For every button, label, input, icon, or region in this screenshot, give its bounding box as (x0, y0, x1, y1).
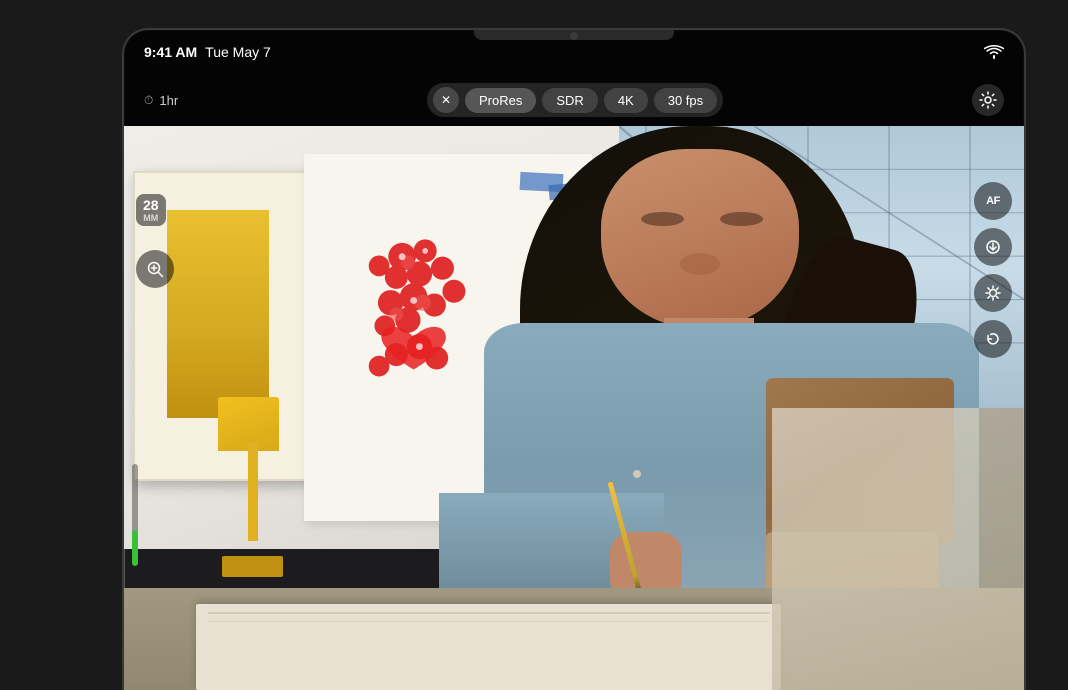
bg-furniture (772, 408, 1024, 690)
left-eye (641, 212, 685, 226)
close-format-button[interactable]: ✕ (433, 87, 459, 113)
zoom-button[interactable] (136, 250, 174, 288)
lamp-arm (248, 442, 258, 541)
right-eye (720, 212, 764, 226)
exposure-fill (132, 530, 138, 566)
camera-controls-bar: ⏱ 1hr ✕ ProRes SDR 4K 30 fps (124, 74, 1024, 126)
status-time: 9:41 AM (144, 44, 197, 60)
camera-left-info: ⏱ 1hr (144, 93, 178, 108)
desk-lamp (214, 397, 295, 577)
scene-background (124, 126, 1024, 690)
status-left: 9:41 AM Tue May 7 (144, 44, 271, 60)
face (601, 149, 799, 329)
nose (680, 253, 720, 275)
fps-button[interactable]: 30 fps (654, 88, 717, 113)
prores-button[interactable]: ProRes (465, 88, 536, 113)
status-right (984, 45, 1004, 59)
record-time: 1hr (159, 93, 178, 108)
camera-format-controls: ✕ ProRes SDR 4K 30 fps (427, 83, 723, 117)
lamp-base (222, 556, 283, 578)
button-1 (633, 470, 641, 478)
settings-button[interactable] (972, 84, 1004, 116)
sketchbook (196, 604, 781, 690)
status-date: Tue May 7 (205, 44, 271, 60)
front-camera (570, 32, 578, 40)
wifi-icon (984, 45, 1004, 59)
camera-viewfinder: 28 MM AF (124, 126, 1024, 690)
sketchbook-line-2 (208, 621, 770, 622)
device-frame: 9:41 AM Tue May 7 ⏱ 1hr ✕ ProRes SDR 4K (124, 30, 1024, 690)
painting-yellow-rect (167, 210, 269, 418)
sdr-button[interactable]: SDR (542, 88, 597, 113)
sketchbook-line (208, 612, 770, 614)
device-notch (474, 30, 674, 40)
record-time-icon: ⏱ (144, 93, 153, 108)
resolution-button[interactable]: 4K (604, 88, 648, 113)
af-label: AF (986, 195, 1000, 207)
exposure-track (132, 464, 138, 566)
